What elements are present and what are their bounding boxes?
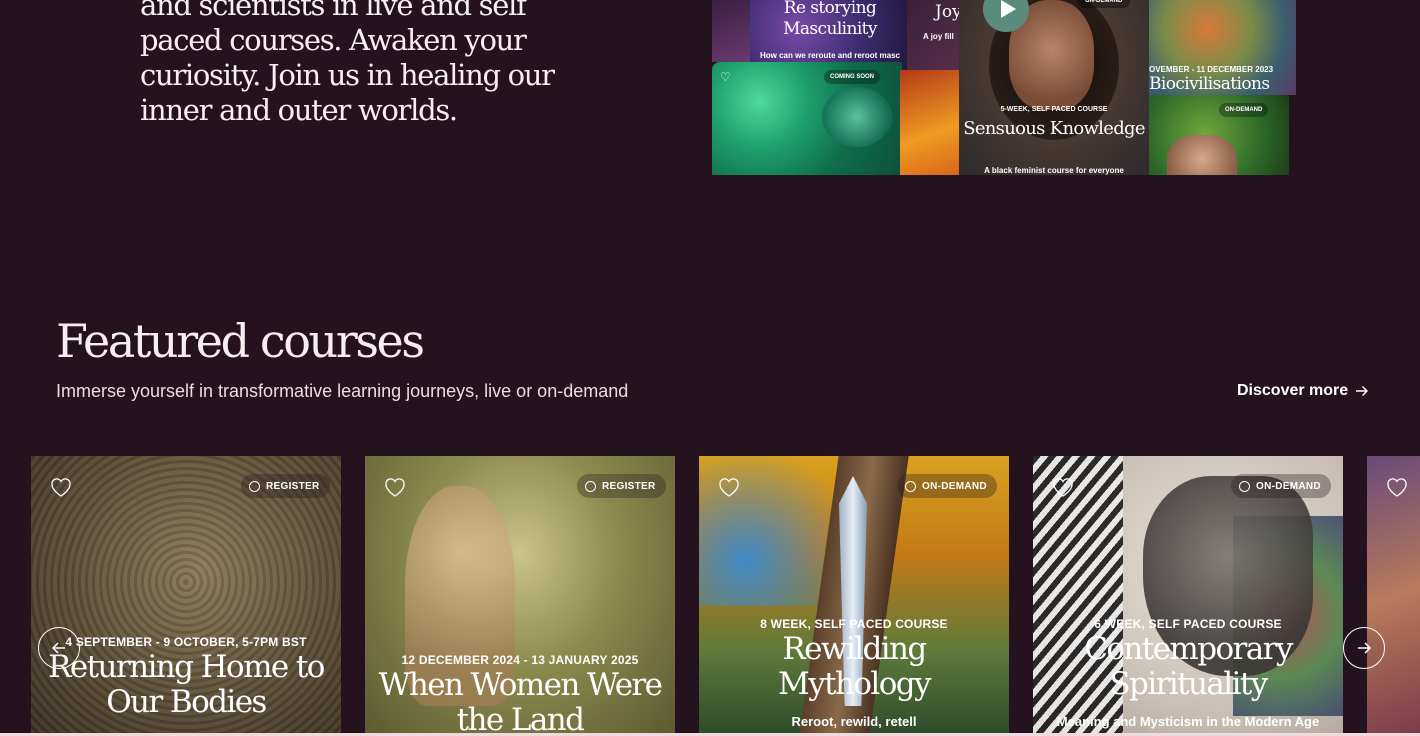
card-title: Rewilding Mythology xyxy=(778,631,931,702)
collage-masculinity-subtitle: How can we reroute and reroot masc xyxy=(759,51,901,60)
course-card[interactable]: ON-DEMAND 6 WEEK, SELF PACED COURSE Cont… xyxy=(1033,456,1343,736)
course-card[interactable]: REGISTER 12 DECEMBER 2024 - 13 JANUARY 2… xyxy=(365,456,675,736)
collage-bio-title: Biocivilisations xyxy=(1149,74,1270,94)
heart-icon[interactable] xyxy=(1051,476,1075,498)
card-title: When Women Were the Land xyxy=(378,667,663,736)
collage-sensuous-title: Sensuous Knowledge xyxy=(963,118,1145,139)
arrow-right-icon xyxy=(1356,386,1369,396)
arrow-left-icon xyxy=(51,642,65,654)
play-icon xyxy=(1000,0,1016,18)
carousel-prev-button[interactable] xyxy=(38,627,80,669)
collage-tile[interactable] xyxy=(712,0,752,62)
status-badge: ON-DEMAND xyxy=(1219,103,1269,117)
register-icon xyxy=(585,480,596,492)
collage-masculinity-title: Re storying Masculinity xyxy=(783,0,877,39)
collage-bio-date: OVEMBER - 11 DECEMBER 2023 xyxy=(1149,65,1274,74)
status-label: REGISTER xyxy=(602,480,656,492)
on-demand-icon xyxy=(905,480,916,492)
collage-tile-masculinity[interactable]: Re storying Masculinity How can we rerou… xyxy=(750,0,910,70)
collage-joy-subtitle: A joy fill xyxy=(923,32,954,41)
status-label: ON-DEMAND xyxy=(922,480,987,492)
status-badge[interactable]: ON-DEMAND xyxy=(1231,474,1331,498)
course-collage: Re storying Masculinity How can we rerou… xyxy=(712,0,1296,175)
intro-paragraph: and scientists in live and self paced co… xyxy=(140,0,555,127)
course-card[interactable]: ON-DEMAND 8 WEEK, SELF PACED COURSE Rewi… xyxy=(699,456,1009,736)
card-title: Returning Home to Our Bodies xyxy=(48,649,325,720)
collage-tile-orange[interactable] xyxy=(900,70,960,175)
status-label: REGISTER xyxy=(266,480,320,492)
card-tagline: Meaning and Mysticism in the Modern Age xyxy=(1056,714,1320,729)
status-badge[interactable]: REGISTER xyxy=(577,474,666,498)
collage-tile-biocivilisations[interactable]: OVEMBER - 11 DECEMBER 2023 Biocivilisati… xyxy=(1149,0,1296,95)
arrow-right-icon xyxy=(1358,642,1372,654)
collage-art xyxy=(822,87,892,147)
collage-sensuous-subtitle: A black feminist course for everyone xyxy=(984,166,1124,175)
collage-tile-sensuous[interactable]: ON-DEMAND 5-WEEK, SELF PACED COURSE Sens… xyxy=(959,0,1149,175)
card-kicker: 12 DECEMBER 2024 - 13 JANUARY 2025 xyxy=(401,653,639,667)
discover-more-link[interactable]: Discover more xyxy=(1237,382,1370,400)
collage-tile-green[interactable]: ♡ COMING SOON xyxy=(712,62,902,175)
status-label: ON-DEMAND xyxy=(1256,480,1321,492)
heart-icon[interactable]: ♡ xyxy=(720,70,731,84)
card-title: Contemporary Spirituality xyxy=(1084,631,1293,702)
coming-soon-badge: COMING SOON xyxy=(824,70,881,84)
heart-icon[interactable] xyxy=(49,476,73,498)
heart-icon[interactable] xyxy=(717,476,741,498)
course-card[interactable]: REGISTER 4 SEPTEMBER - 9 OCTOBER, 5-7PM … xyxy=(31,456,341,736)
card-tagline: Reroot, rewild, retell xyxy=(791,714,917,729)
heart-icon[interactable] xyxy=(383,476,407,498)
collage-tile-joy[interactable]: Joy A joy fill xyxy=(907,0,967,70)
card-kicker: 6 WEEK, SELF PACED COURSE xyxy=(1094,617,1282,631)
carousel-next-button[interactable] xyxy=(1343,627,1385,669)
section-subtitle: Immerse yourself in transformative learn… xyxy=(56,381,629,401)
portrait-man xyxy=(1167,135,1237,175)
on-demand-icon xyxy=(1239,480,1250,492)
course-card[interactable] xyxy=(1367,456,1420,736)
status-badge: ON-DEMAND xyxy=(1077,0,1131,8)
collage-sensuous-kicker: 5-WEEK, SELF PACED COURSE xyxy=(1000,106,1108,113)
heart-icon[interactable] xyxy=(1385,476,1409,498)
section-title: Featured courses xyxy=(56,314,425,368)
status-badge[interactable]: ON-DEMAND xyxy=(897,474,997,498)
status-badge[interactable]: REGISTER xyxy=(241,474,330,498)
card-kicker: 8 WEEK, SELF PACED COURSE xyxy=(760,617,948,631)
collage-joy-title: Joy xyxy=(935,2,962,22)
register-icon xyxy=(249,480,260,492)
collage-tile-portrait[interactable]: ON-DEMAND xyxy=(1149,95,1289,175)
discover-more-label: Discover more xyxy=(1237,382,1349,399)
